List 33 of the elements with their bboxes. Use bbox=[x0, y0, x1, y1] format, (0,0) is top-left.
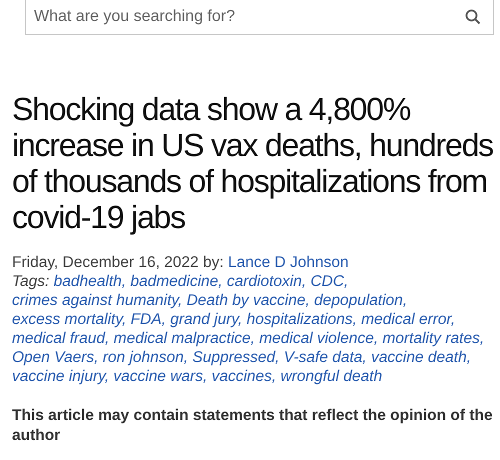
tag-link[interactable]: crimes against humanity, bbox=[12, 292, 182, 309]
tag-link[interactable]: medical violence, bbox=[259, 330, 378, 347]
tag-link[interactable]: depopulation, bbox=[314, 292, 408, 309]
tag-link[interactable]: wrongful death bbox=[280, 368, 382, 385]
tag-link[interactable]: V-safe data, bbox=[284, 349, 367, 366]
tag-link[interactable]: vaccine wars, bbox=[113, 368, 208, 385]
tag-link[interactable]: vaccines, bbox=[212, 368, 276, 385]
tags-label: Tags: bbox=[12, 273, 50, 290]
tag-link[interactable]: cardiotoxin, bbox=[226, 273, 306, 290]
tag-link[interactable]: medical fraud, bbox=[12, 330, 110, 347]
tag-link[interactable]: CDC, bbox=[310, 273, 348, 290]
tag-link[interactable]: Open Vaers, bbox=[12, 349, 98, 366]
tag-link[interactable]: ron johnson, bbox=[102, 349, 188, 366]
opinion-notice: This article may contain statements that reflect the opinion of the author bbox=[12, 406, 494, 446]
tag-link[interactable]: FDA, bbox=[130, 311, 166, 328]
tag-link[interactable]: medical malpractice, bbox=[114, 330, 255, 347]
article-headline: Shocking data show a 4,800% increase in US vax deaths, hundreds of thousands of hospitalizations from covid-19 jabs bbox=[12, 91, 494, 235]
author-link[interactable]: Lance D Johnson bbox=[228, 254, 349, 271]
tag-link[interactable]: mortality rates, bbox=[382, 330, 484, 347]
tag-link[interactable]: Suppressed, bbox=[192, 349, 280, 366]
search-bar[interactable]: What are you searching for? bbox=[25, 0, 494, 35]
tag-link[interactable]: excess mortality, bbox=[12, 311, 126, 328]
search-icon[interactable] bbox=[465, 9, 481, 25]
tag-link[interactable]: vaccine death, bbox=[371, 349, 472, 366]
tag-link[interactable]: badhealth, bbox=[54, 273, 126, 290]
publish-date: Friday, December 16, 2022 by: bbox=[12, 254, 224, 271]
tag-link[interactable]: badmedicine, bbox=[130, 273, 223, 290]
search-field[interactable]: What are you searching for? bbox=[34, 8, 465, 26]
tag-link[interactable]: Death by vaccine, bbox=[186, 292, 310, 309]
tag-link[interactable]: vaccine injury, bbox=[12, 368, 110, 385]
tag-link[interactable]: medical error, bbox=[361, 311, 456, 328]
tag-link[interactable]: hospitalizations, bbox=[246, 311, 357, 328]
tag-link[interactable]: grand jury, bbox=[170, 311, 242, 328]
